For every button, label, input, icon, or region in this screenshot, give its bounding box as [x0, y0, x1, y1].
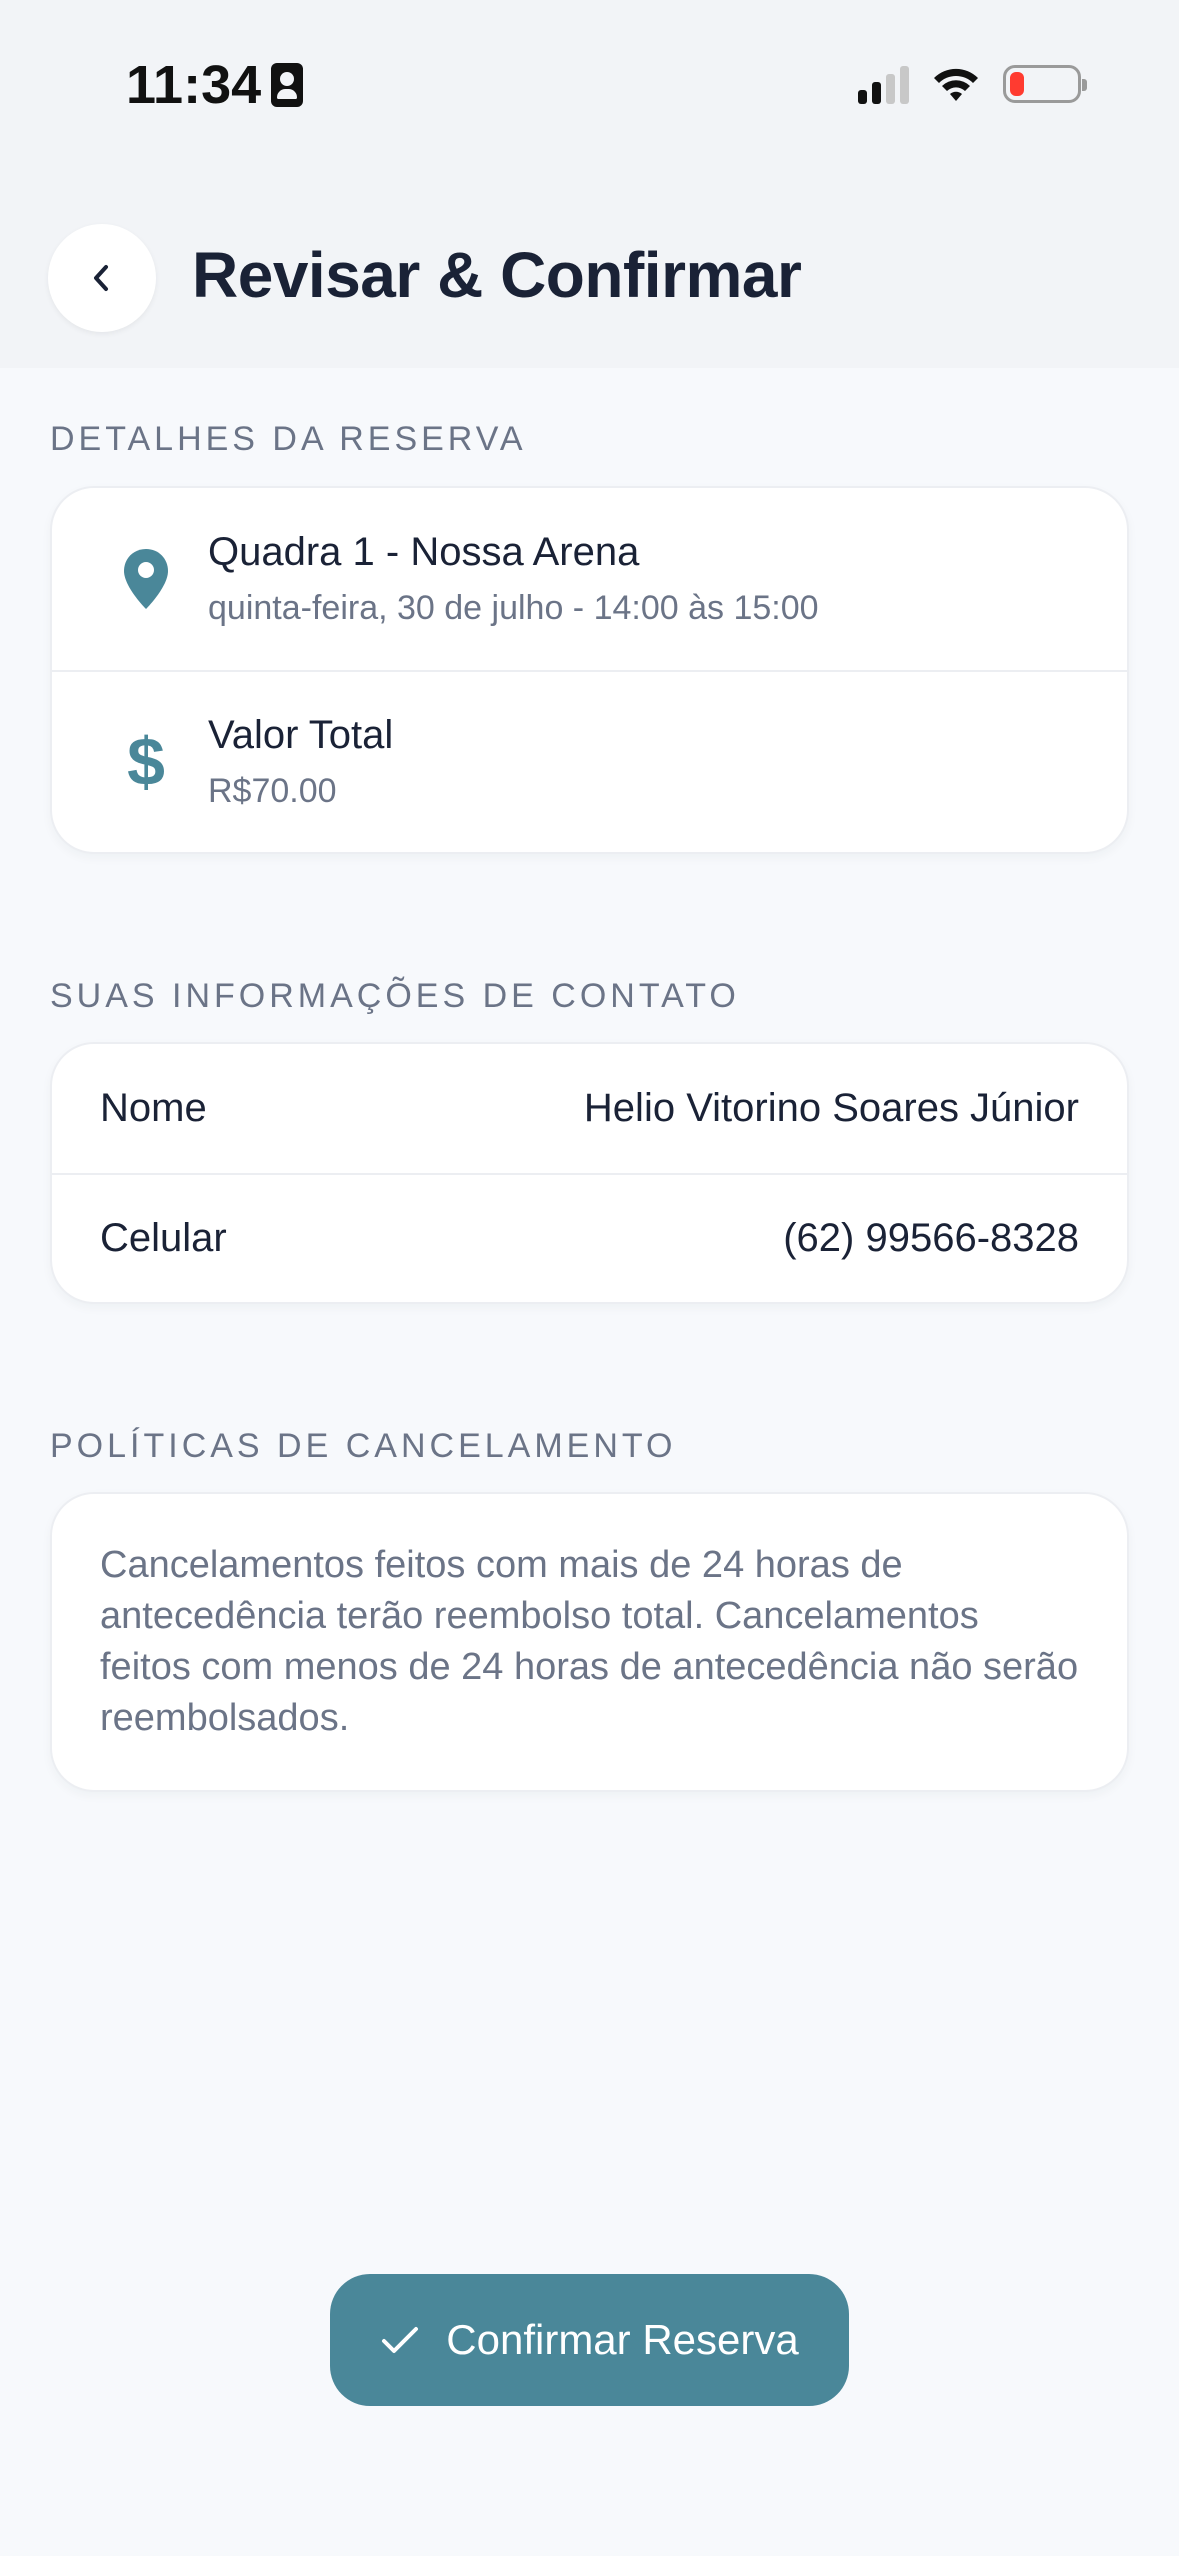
confirm-button-label: Confirmar Reserva — [446, 2316, 799, 2363]
contact-row-name: Nome Helio Vitorino Soares Júnior — [52, 1044, 1127, 1173]
top-bar: 11:34 Revisar & Confirmar — [0, 0, 1179, 368]
phone-value: (62) 99566-8328 — [783, 1216, 1079, 1260]
signal-icon — [858, 64, 909, 104]
policy-text: Cancelamentos feitos com mais de 24 hora… — [100, 1544, 1079, 1739]
price-row: $ Valor Total R$70.00 — [52, 670, 1127, 852]
name-value: Helio Vitorino Soares Júnior — [583, 1086, 1079, 1130]
contact-info-card: Nome Helio Vitorino Soares Júnior Celula… — [50, 1042, 1129, 1304]
contact-card-icon — [271, 63, 304, 107]
status-indicators — [858, 64, 1087, 104]
price-title: Valor Total — [208, 713, 394, 757]
price-value: R$70.00 — [208, 772, 337, 810]
name-label: Nome — [100, 1086, 207, 1130]
contact-section-label: SUAS INFORMAÇÕES DE CONTATO — [50, 977, 740, 1015]
review-confirm-screen: 11:34 Revisar & Confirmar DETALHES DA RE… — [0, 0, 1179, 2556]
location-row: Quadra 1 - Nossa Arena quinta-feira, 30 … — [52, 488, 1127, 670]
battery-level — [1010, 72, 1024, 96]
back-button[interactable] — [48, 224, 156, 332]
location-title: Quadra 1 - Nossa Arena — [208, 530, 640, 574]
confirm-booking-button[interactable]: Confirmar Reserva — [330, 2274, 849, 2406]
policy-card: Cancelamentos feitos com mais de 24 hora… — [50, 1492, 1129, 1792]
policy-section-label: POLÍTICAS DE CANCELAMENTO — [50, 1427, 677, 1465]
battery-icon — [1003, 65, 1087, 103]
page-title: Revisar & Confirmar — [192, 239, 802, 311]
booking-datetime: quinta-feira, 30 de julho - 14:00 às 15:… — [208, 589, 819, 627]
booking-details-card: Quadra 1 - Nossa Arena quinta-feira, 30 … — [50, 486, 1129, 854]
dollar-icon: $ — [127, 724, 165, 800]
time-text: 11:34 — [126, 55, 262, 115]
back-chevron-icon — [94, 265, 108, 291]
contact-row-phone: Celular (62) 99566-8328 — [52, 1173, 1127, 1302]
wifi-icon — [931, 65, 981, 103]
checkmark-icon — [382, 2327, 419, 2353]
location-pin-icon — [106, 547, 186, 611]
phone-label: Celular — [100, 1216, 227, 1260]
status-time: 11:34 — [126, 54, 304, 116]
booking-section-label: DETALHES DA RESERVA — [50, 420, 527, 458]
